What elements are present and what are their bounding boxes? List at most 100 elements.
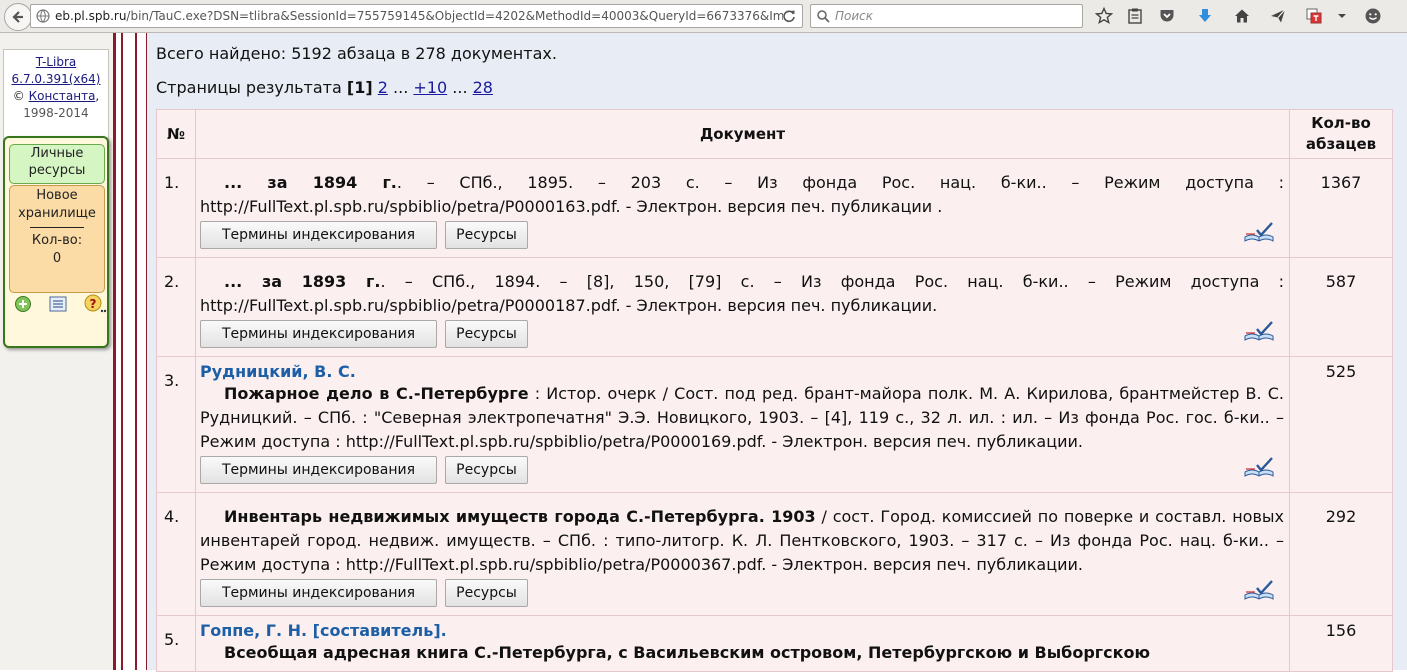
feedback-button[interactable]: [1364, 7, 1382, 25]
url-text: eb.pl.spb.ru/bin/TauC.exe?DSN=tlibra&Ses…: [55, 9, 783, 23]
document-title[interactable]: Всеобщая адресная книга С.-Петербурга, с…: [224, 643, 1150, 662]
plus-10-link[interactable]: +10: [413, 78, 447, 97]
author-link[interactable]: Рудницкий, В. С.: [200, 362, 1284, 382]
document-title[interactable]: ... за 1893 г.: [224, 272, 380, 291]
row-number: 3.: [156, 356, 196, 493]
pocket-icon: [1160, 10, 1174, 22]
url-path: /bin/TauC.exe?DSN=tlibra&SessionId=75575…: [126, 9, 783, 23]
paragraph-count: 156: [1289, 615, 1393, 672]
list-icon[interactable]: [49, 296, 67, 312]
document-cell: ... за 1893 г.. – СПб., 1894. – [8], 150…: [195, 257, 1290, 357]
pocket-button[interactable]: [1158, 7, 1176, 25]
index-terms-button[interactable]: Термины индексирования: [200, 221, 437, 249]
paragraph-count: 292: [1289, 492, 1393, 616]
star-icon: [1095, 7, 1113, 25]
document-description: ... за 1893 г.. – СПб., 1894. – [8], 150…: [200, 270, 1284, 318]
row-actions: Термины индексирования Ресурсы: [200, 221, 1284, 251]
current-page: [1]: [346, 78, 373, 97]
help-icon[interactable]: ?: [84, 294, 108, 314]
resources-button[interactable]: Ресурсы: [445, 221, 528, 249]
page-2-link[interactable]: 2: [378, 78, 388, 97]
resources-button[interactable]: Ресурсы: [445, 579, 528, 607]
row-number: 2.: [156, 257, 196, 357]
paragraph-count: 587: [1289, 257, 1393, 357]
document-cell: ... за 1894 г.. – СПб., 1895. – 203 с. –…: [195, 158, 1290, 258]
author-link[interactable]: Гоппе, Г. Н. [составитель].: [200, 621, 1284, 641]
column-document: Документ: [195, 109, 1290, 159]
globe-icon: [36, 9, 50, 23]
svg-text:?: ?: [90, 297, 97, 311]
personal-resources-panel: Личные ресурсы Новое хранилище Кол-во: 0…: [3, 136, 109, 348]
url-domain: eb.pl.spb.ru: [55, 9, 127, 23]
table-row: 1. ... за 1894 г.. – СПб., 1895. – 203 с…: [156, 158, 1393, 258]
storage-divider: [30, 227, 84, 228]
document-cell: Гоппе, Г. Н. [составитель]. Всеобщая адр…: [195, 615, 1290, 672]
paragraph-count: 1367: [1289, 158, 1393, 258]
column-count: Кол-во абзацев: [1289, 109, 1393, 159]
panel-tools: ?: [9, 294, 107, 316]
row-actions: Термины индексирования Ресурсы: [200, 320, 1284, 350]
book-check-icon[interactable]: [1243, 221, 1275, 243]
index-terms-button[interactable]: Термины индексирования: [200, 320, 437, 348]
column-count-label: Кол-во абзацев: [1305, 114, 1377, 153]
search-bar[interactable]: Поиск: [810, 4, 1083, 28]
column-number: №: [156, 109, 196, 159]
reload-icon[interactable]: [782, 9, 796, 23]
url-bar[interactable]: eb.pl.spb.ru/bin/TauC.exe?DSN=tlibra&Ses…: [30, 4, 803, 28]
resources-button[interactable]: Ресурсы: [445, 320, 528, 348]
chevron-down-icon: [1338, 14, 1346, 18]
tlibra-link[interactable]: T-Libra: [36, 55, 76, 69]
home-button[interactable]: [1233, 7, 1251, 25]
row-number: 1.: [156, 158, 196, 258]
browser-toolbar: eb.pl.spb.ru/bin/TauC.exe?DSN=tlibra&Ses…: [0, 0, 1407, 33]
count-label: Кол-во:: [31, 233, 83, 248]
paper-plane-icon: [1271, 9, 1286, 23]
book-check-icon[interactable]: [1243, 456, 1275, 478]
divider-line: [125, 33, 134, 670]
last-page-link[interactable]: 28: [473, 78, 493, 97]
book-check-icon[interactable]: [1243, 320, 1275, 342]
share-button[interactable]: [1269, 7, 1287, 25]
add-icon[interactable]: [14, 295, 32, 313]
back-arrow-icon: [12, 11, 23, 23]
table-header: № Документ Кол-во абзацев: [156, 109, 1393, 159]
divider-line: [121, 33, 123, 670]
index-terms-button[interactable]: Термины индексирования: [200, 579, 437, 607]
table-body: 1. ... за 1894 г.. – СПб., 1895. – 203 с…: [156, 158, 1393, 672]
document-cell: Инвентарь недвижимых имуществ города С.-…: [195, 492, 1290, 616]
overflow-menu-button[interactable]: [1333, 7, 1351, 25]
document-title[interactable]: ... за 1894 г.: [224, 173, 397, 192]
years-text: 1998-2014: [23, 106, 89, 120]
table-row: 5. Гоппе, Г. Н. [составитель]. Всеобщая …: [156, 615, 1393, 672]
home-icon: [1235, 9, 1249, 23]
version-link[interactable]: 6.7.0.391(x64): [12, 72, 101, 86]
ellipsis: ...: [393, 78, 409, 97]
search-icon: [817, 10, 830, 23]
back-button[interactable]: [4, 3, 32, 31]
sidebar: T-Libra 6.7.0.391(x64) © Константа, 1998…: [0, 33, 113, 670]
row-number: 4.: [156, 492, 196, 616]
index-terms-button[interactable]: Термины индексирования: [200, 456, 437, 484]
divider-line: [139, 33, 146, 670]
resources-button[interactable]: Ресурсы: [445, 456, 528, 484]
search-placeholder: Поиск: [835, 9, 874, 23]
downloads-button[interactable]: [1196, 7, 1214, 25]
pages-label: Страницы результата: [156, 78, 342, 97]
results-table: № Документ Кол-во абзацев 1. ... за 1894…: [156, 109, 1393, 672]
document-title[interactable]: Инвентарь недвижимых имуществ города С.-…: [224, 507, 816, 526]
personal-resources-button[interactable]: Личные ресурсы: [9, 144, 105, 184]
document-description: ... за 1894 г.. – СПб., 1895. – 203 с. –…: [200, 171, 1284, 219]
document-description: Пожарное дело в С.-Петербурге : Истор. о…: [200, 382, 1284, 454]
company-link[interactable]: Константа: [29, 89, 96, 103]
bookmark-star-button[interactable]: [1095, 7, 1113, 25]
document-description: Инвентарь недвижимых имуществ города С.-…: [200, 505, 1284, 577]
divider-line: [118, 33, 120, 670]
document-title[interactable]: Пожарное дело в С.-Петербурге: [224, 384, 529, 403]
smiley-icon: [1365, 8, 1381, 24]
translate-button[interactable]: [1305, 7, 1323, 25]
storage-box[interactable]: Новое хранилище Кол-во: 0: [9, 185, 105, 293]
book-check-icon[interactable]: [1243, 579, 1275, 601]
reading-list-button[interactable]: [1126, 7, 1144, 25]
paragraph-count: 525: [1289, 356, 1393, 493]
divider-line: [113, 33, 116, 670]
